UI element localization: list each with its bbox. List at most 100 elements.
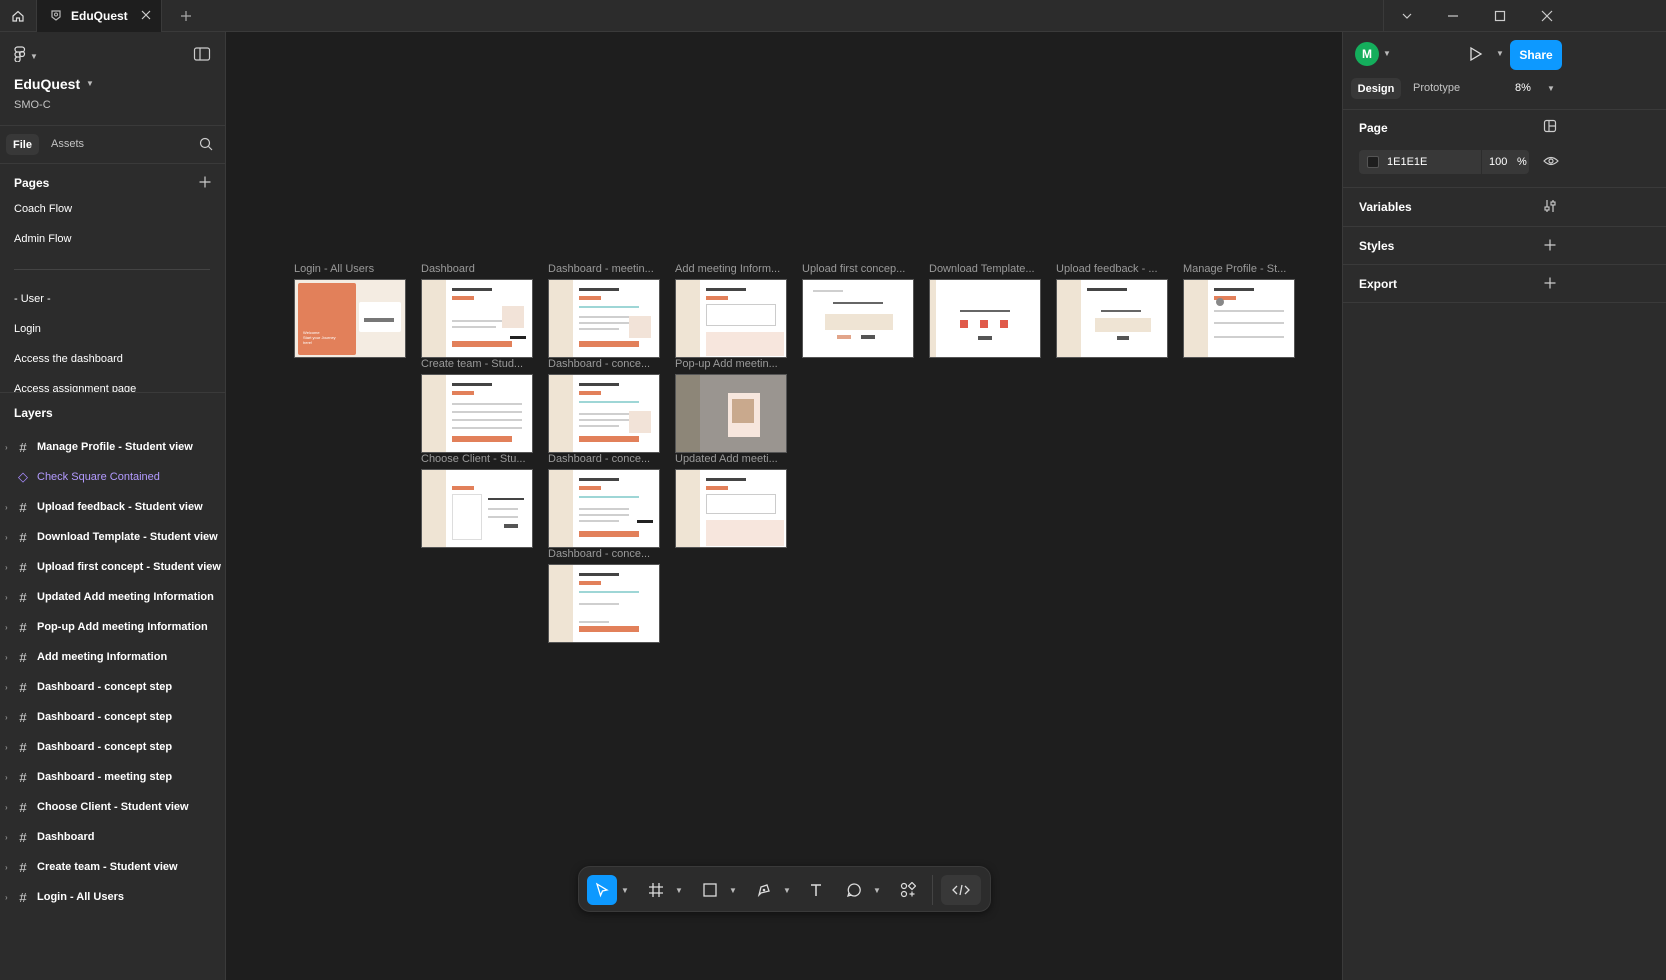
fill-hex-value[interactable]: 1E1E1E bbox=[1387, 156, 1427, 168]
page-item[interactable]: Login bbox=[0, 314, 225, 344]
page-fill-field[interactable]: 1E1E1E 100 % bbox=[1359, 150, 1529, 174]
close-window-icon[interactable] bbox=[1524, 0, 1570, 32]
page-item[interactable]: - User - bbox=[0, 284, 225, 314]
frame-label[interactable]: Dashboard - conce... bbox=[548, 548, 660, 560]
add-export-icon[interactable] bbox=[1544, 276, 1556, 294]
caret-right-icon[interactable]: › bbox=[5, 893, 8, 902]
layer-row[interactable]: › # Upload first concept - Student view bbox=[0, 552, 225, 582]
frame-label[interactable]: Dashboard - conce... bbox=[548, 358, 660, 370]
tab-file[interactable]: File bbox=[6, 134, 39, 155]
frame-updated-add-meeting[interactable] bbox=[675, 469, 787, 548]
add-style-icon[interactable] bbox=[1544, 238, 1556, 256]
layer-row[interactable]: › # Download Template - Student view bbox=[0, 522, 225, 552]
comment-icon[interactable] bbox=[839, 875, 869, 905]
chevron-down-icon[interactable]: ▼ bbox=[1547, 84, 1555, 93]
frame-create-team[interactable] bbox=[421, 374, 533, 453]
chevron-down-icon[interactable]: ▼ bbox=[1496, 49, 1504, 58]
caret-right-icon[interactable]: › bbox=[5, 533, 8, 542]
file-tab[interactable]: EduQuest bbox=[36, 0, 162, 32]
caret-right-icon[interactable]: › bbox=[5, 863, 8, 872]
new-tab-icon[interactable] bbox=[176, 6, 196, 26]
fill-opacity-value[interactable]: 100 bbox=[1489, 156, 1507, 168]
layer-row[interactable]: › # Updated Add meeting Information bbox=[0, 582, 225, 612]
maximize-icon[interactable] bbox=[1477, 0, 1523, 32]
shape-tool-icon[interactable] bbox=[695, 875, 725, 905]
layer-row[interactable]: › # Pop-up Add meeting Information bbox=[0, 612, 225, 642]
caret-right-icon[interactable]: › bbox=[5, 563, 8, 572]
frame-upload-feedback[interactable] bbox=[1056, 279, 1168, 358]
frame-label[interactable]: Dashboard - meetin... bbox=[548, 263, 660, 275]
frame-label[interactable]: Updated Add meeti... bbox=[675, 453, 787, 465]
chevron-down-icon[interactable]: ▼ bbox=[729, 886, 737, 895]
chevron-down-icon[interactable]: ▼ bbox=[86, 79, 94, 88]
caret-right-icon[interactable]: › bbox=[5, 713, 8, 722]
frame-download-template[interactable] bbox=[929, 279, 1041, 358]
frame-dashboard-concept-step[interactable] bbox=[548, 564, 660, 643]
layer-row[interactable]: › # Dashboard - meeting step bbox=[0, 762, 225, 792]
dev-mode-icon[interactable] bbox=[941, 875, 981, 905]
page-item[interactable]: Access the dashboard bbox=[0, 344, 225, 374]
frame-dashboard-concept-step[interactable] bbox=[548, 374, 660, 453]
caret-right-icon[interactable]: › bbox=[5, 743, 8, 752]
home-icon[interactable] bbox=[0, 0, 36, 32]
main-menu-button[interactable]: ▼ bbox=[14, 46, 38, 67]
frame-manage-profile[interactable] bbox=[1183, 279, 1295, 358]
frame-login-all-users[interactable]: Welcome Start your Journey here! bbox=[294, 279, 406, 358]
frame-label[interactable]: Manage Profile - St... bbox=[1183, 263, 1295, 275]
layer-row[interactable]: › # Choose Client - Student view bbox=[0, 792, 225, 822]
caret-right-icon[interactable]: › bbox=[5, 803, 8, 812]
variables-title[interactable]: Variables bbox=[1359, 200, 1412, 214]
caret-right-icon[interactable]: › bbox=[5, 653, 8, 662]
layer-row[interactable]: › # Manage Profile - Student view bbox=[0, 432, 225, 462]
export-title[interactable]: Export bbox=[1359, 277, 1397, 291]
frame-label[interactable]: Choose Client - Stu... bbox=[421, 453, 533, 465]
layer-row[interactable]: › # Login - All Users bbox=[0, 882, 225, 912]
frame-label[interactable]: Dashboard bbox=[421, 263, 533, 275]
sidebar-toggle-icon[interactable] bbox=[193, 46, 211, 67]
tab-design[interactable]: Design bbox=[1351, 78, 1401, 99]
page-item[interactable]: Access assignment page bbox=[0, 374, 225, 392]
frame-label[interactable]: Dashboard - conce... bbox=[548, 453, 660, 465]
close-tab-icon[interactable] bbox=[139, 8, 153, 25]
frame-dashboard[interactable] bbox=[421, 279, 533, 358]
tab-assets[interactable]: Assets bbox=[51, 138, 84, 150]
frame-label[interactable]: Login - All Users bbox=[294, 263, 406, 275]
add-page-icon[interactable] bbox=[199, 175, 211, 193]
frame-label[interactable]: Add meeting Inform... bbox=[675, 263, 787, 275]
caret-right-icon[interactable]: › bbox=[5, 443, 8, 452]
share-button[interactable]: Share bbox=[1510, 40, 1562, 70]
layer-row[interactable]: › # Dashboard - concept step bbox=[0, 702, 225, 732]
layer-row[interactable]: › # Create team - Student view bbox=[0, 852, 225, 882]
frame-choose-client[interactable] bbox=[421, 469, 533, 548]
frame-label[interactable]: Upload feedback - ... bbox=[1056, 263, 1168, 275]
style-icon[interactable] bbox=[1543, 119, 1557, 138]
page-item[interactable]: Coach Flow bbox=[0, 194, 225, 224]
styles-title[interactable]: Styles bbox=[1359, 239, 1394, 253]
search-icon[interactable] bbox=[199, 137, 213, 156]
chevron-down-icon[interactable] bbox=[1383, 0, 1429, 32]
pen-tool-icon[interactable] bbox=[749, 875, 779, 905]
frame-label[interactable]: Create team - Stud... bbox=[421, 358, 533, 370]
layer-row[interactable]: › # Dashboard - concept step bbox=[0, 732, 225, 762]
caret-right-icon[interactable]: › bbox=[5, 683, 8, 692]
avatar[interactable]: M bbox=[1355, 42, 1379, 66]
chevron-down-icon[interactable]: ▼ bbox=[1383, 49, 1391, 58]
caret-right-icon[interactable]: › bbox=[5, 503, 8, 512]
frame-label[interactable]: Download Template... bbox=[929, 263, 1041, 275]
canvas[interactable]: Login - All Users Dashboard Dashboard - … bbox=[226, 32, 1342, 980]
layer-row[interactable]: › # Dashboard - concept step bbox=[0, 672, 225, 702]
chevron-down-icon[interactable]: ▼ bbox=[783, 886, 791, 895]
layer-row[interactable]: ◇ Check Square Contained bbox=[0, 462, 225, 492]
frame-tool-icon[interactable] bbox=[641, 875, 671, 905]
chevron-down-icon[interactable]: ▼ bbox=[873, 886, 881, 895]
eye-icon[interactable] bbox=[1543, 154, 1559, 173]
play-icon[interactable] bbox=[1468, 46, 1484, 67]
text-tool-icon[interactable] bbox=[801, 875, 831, 905]
actions-icon[interactable] bbox=[893, 875, 923, 905]
layer-row[interactable]: › # Add meeting Information bbox=[0, 642, 225, 672]
fill-swatch[interactable] bbox=[1367, 156, 1379, 168]
minimize-icon[interactable] bbox=[1430, 0, 1476, 32]
layer-row[interactable]: › # Dashboard bbox=[0, 822, 225, 852]
adjust-icon[interactable] bbox=[1543, 199, 1557, 218]
caret-right-icon[interactable]: › bbox=[5, 593, 8, 602]
